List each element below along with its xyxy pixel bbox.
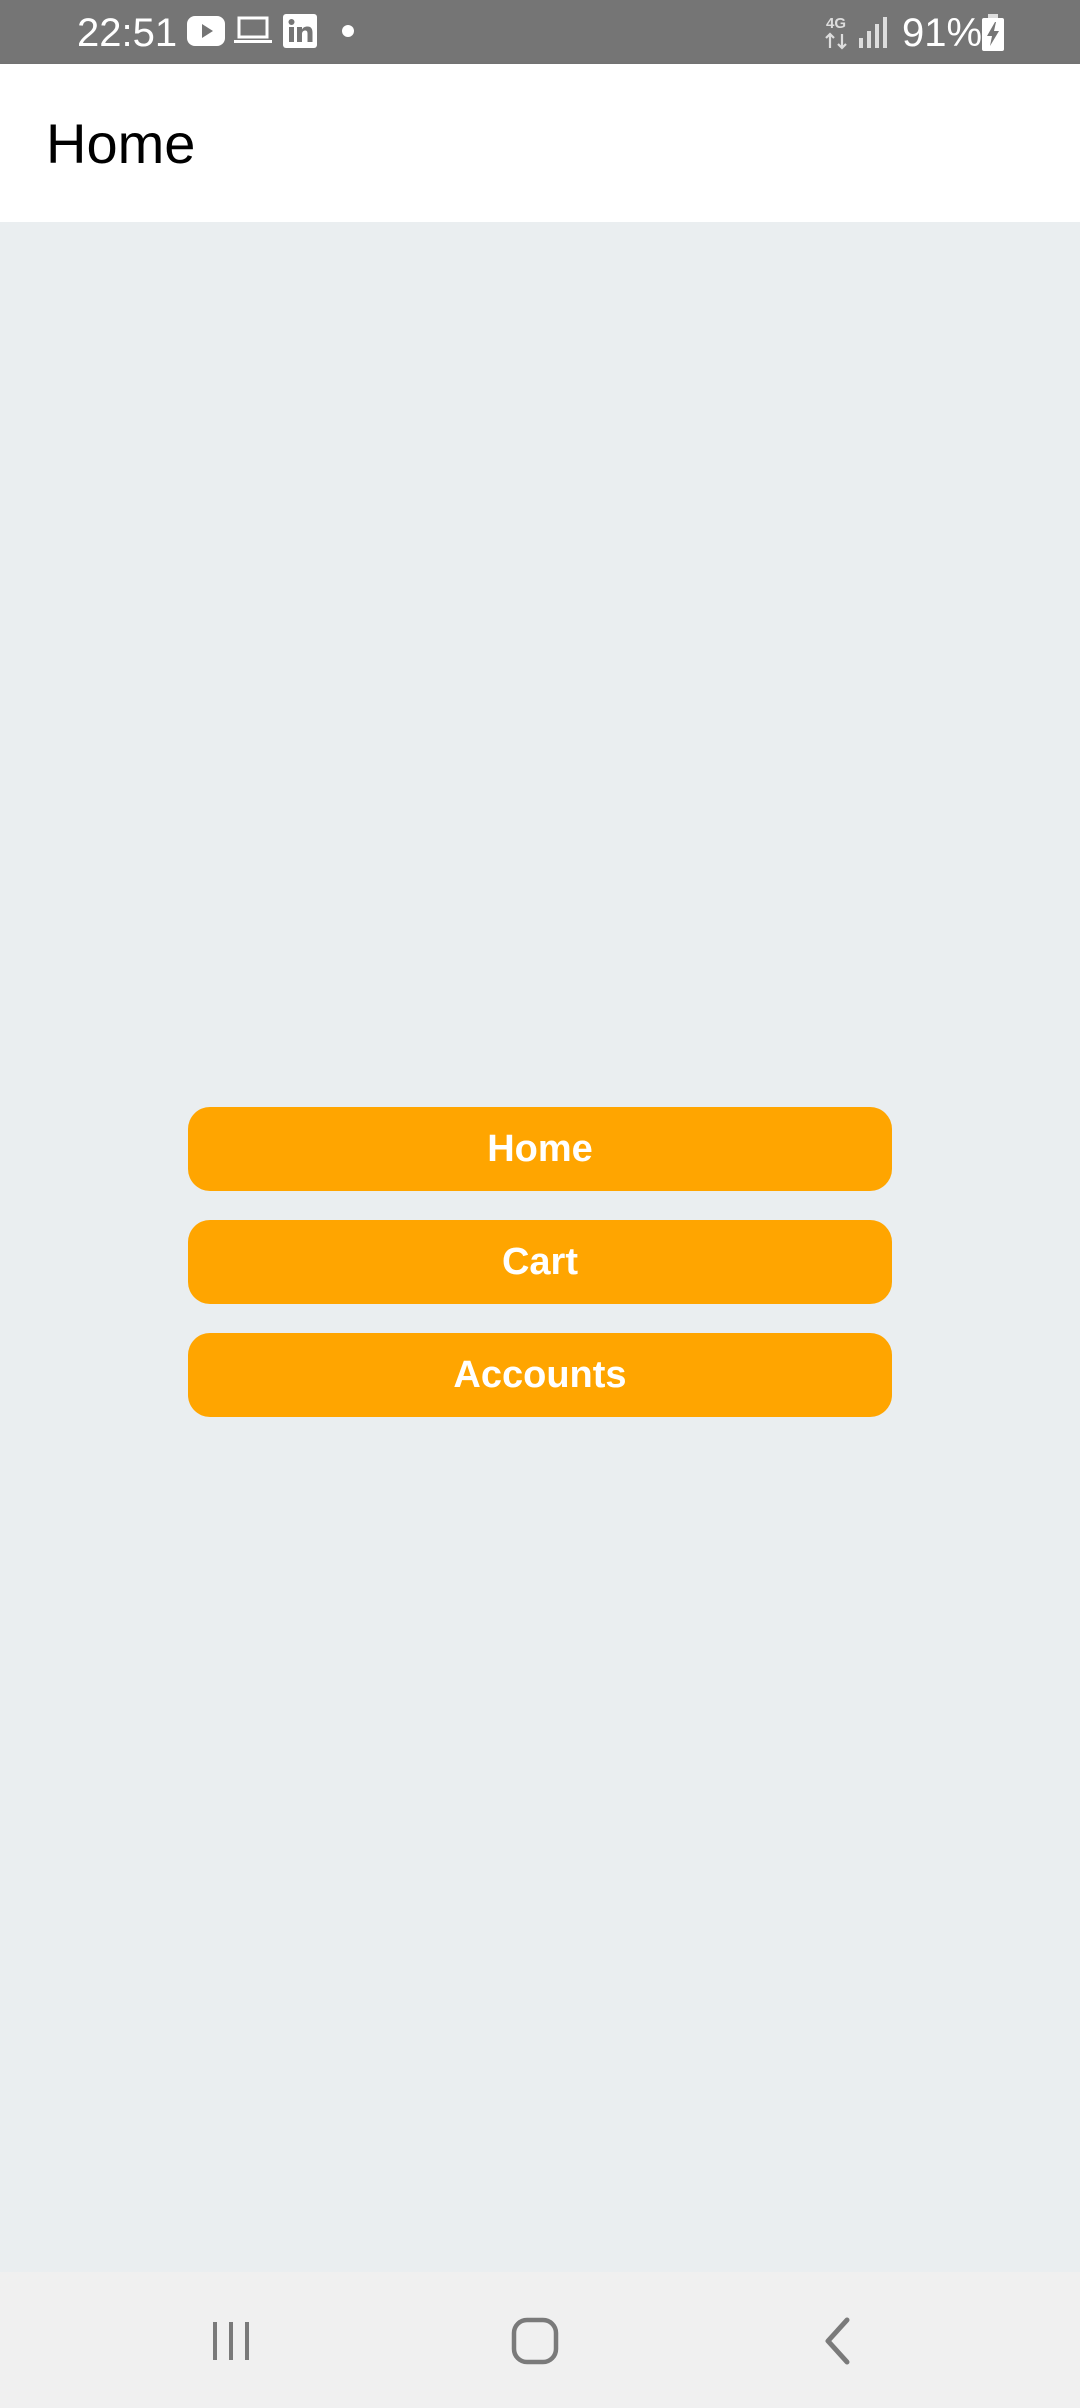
main-content: Home Cart Accounts — [0, 222, 1080, 2272]
notification-dot-icon — [342, 25, 354, 37]
network-4g-icon: 4G — [825, 15, 847, 50]
app-bar: Home — [0, 64, 1080, 222]
linkedin-icon — [283, 14, 317, 48]
back-icon[interactable] — [818, 2316, 858, 2366]
status-bar: 22:51 4G 91% — [0, 0, 1080, 64]
svg-text:4G: 4G — [826, 15, 846, 32]
battery-charging-icon — [982, 14, 1004, 51]
status-time: 22:51 — [77, 11, 178, 55]
system-navigation-bar — [0, 2272, 1080, 2408]
home-icon[interactable] — [510, 2316, 560, 2366]
page-title: Home — [46, 112, 196, 175]
recent-apps-icon[interactable] — [205, 2316, 257, 2364]
signal-icon — [859, 17, 887, 48]
youtube-icon — [187, 16, 225, 46]
cart-button[interactable]: Cart — [188, 1220, 892, 1304]
home-button[interactable]: Home — [188, 1107, 892, 1191]
laptop-icon — [234, 16, 272, 43]
accounts-button[interactable]: Accounts — [188, 1333, 892, 1417]
battery-percentage: 91% — [902, 11, 983, 55]
